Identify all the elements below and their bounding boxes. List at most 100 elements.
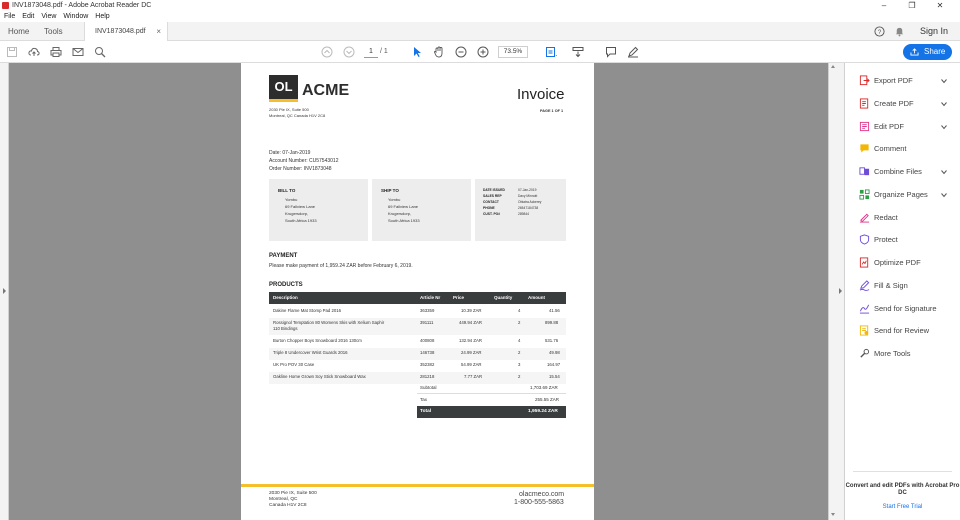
tool-send-for-signature[interactable]: Send for Signature <box>845 301 960 317</box>
edit-pdf-icon <box>859 121 870 131</box>
chevron-down-icon[interactable] <box>941 169 947 175</box>
left-panel-collapsed[interactable] <box>0 63 9 520</box>
page-number-input[interactable]: 1 <box>364 46 378 58</box>
tool-fill-sign[interactable]: Fill & Sign <box>845 278 960 294</box>
row-price: 10.39 ZAR <box>461 308 482 313</box>
subtotal-value: 1,703.69 ZAR <box>530 385 558 390</box>
menu-file[interactable]: File <box>4 13 15 20</box>
tool-optimize-pdf[interactable]: Optimize PDF <box>845 255 960 271</box>
vertical-scrollbar[interactable] <box>828 63 836 520</box>
create-pdf-icon <box>859 98 869 109</box>
tool-combine-files[interactable]: Combine Files <box>845 164 960 180</box>
zoom-level-select[interactable]: 73.5% <box>498 46 528 58</box>
chevron-down-icon[interactable] <box>941 101 947 107</box>
tool-organize-pages[interactable]: Organize Pages <box>845 187 960 203</box>
ship-to-heading: SHIP TO <box>381 188 399 193</box>
close-tab-icon[interactable]: × <box>156 22 161 41</box>
document-tab-label: INV1873048.pdf <box>95 28 146 35</box>
footer-website: olacmeco.com <box>519 491 565 498</box>
right-pane-toggle[interactable] <box>836 63 845 520</box>
select-cursor-icon[interactable] <box>410 45 424 59</box>
tool-export-pdf[interactable]: Export PDF <box>845 73 960 89</box>
menu-edit[interactable]: Edit <box>22 13 34 20</box>
payment-text: Please make payment of 1,959.24 ZAR befo… <box>269 263 413 269</box>
chevron-down-icon[interactable] <box>941 192 947 198</box>
logo-mark: OL <box>269 75 298 101</box>
scroll-up-arrow[interactable] <box>831 65 835 68</box>
row-amount: 15.54 <box>549 374 560 379</box>
previous-page-icon[interactable] <box>320 45 334 59</box>
start-free-trial-link[interactable]: Start Free Trial <box>845 504 960 510</box>
save-icon[interactable] <box>5 45 19 59</box>
row-amount: 899.88 <box>545 320 559 325</box>
tab-document[interactable]: INV1873048.pdf × <box>84 22 168 41</box>
tab-tools[interactable]: Tools <box>44 22 63 41</box>
share-button[interactable]: Share <box>903 44 952 60</box>
fit-page-icon[interactable] <box>544 45 558 59</box>
logo-accent-bar <box>269 99 298 102</box>
ship-to-line: Yombu <box>388 197 401 202</box>
print-icon[interactable] <box>49 45 63 59</box>
next-page-icon[interactable] <box>342 45 356 59</box>
table-row: Burton Chopper Boys Snowboard 2016 130cm… <box>269 336 566 348</box>
comment-tool-icon[interactable] <box>604 45 618 59</box>
menu-bar: File Edit View Window Help <box>0 11 960 22</box>
tax-label: Tax <box>420 397 428 402</box>
row-price: 449.94 ZAR <box>459 320 482 325</box>
row-qty: 2 <box>518 350 521 355</box>
tools-pane-separator <box>853 471 952 472</box>
detail-label: CONTACT <box>483 200 499 204</box>
table-row: UK Pro POV 30 Case 352382 54.99 ZAR 3 16… <box>269 360 566 372</box>
tool-create-pdf[interactable]: Create PDF <box>845 96 960 112</box>
expand-left-panel-icon[interactable] <box>3 288 6 294</box>
chevron-down-icon[interactable] <box>941 78 947 84</box>
tool-more-tools[interactable]: More Tools <box>845 346 960 362</box>
sign-in-link[interactable]: Sign In <box>920 22 948 41</box>
tool-label: Protect <box>874 235 898 245</box>
tool-label: Send for Signature <box>874 303 937 313</box>
notifications-bell-icon[interactable] <box>894 26 905 37</box>
share-icon <box>910 48 919 56</box>
row-description: Dakine Flame Mat Stomp Pad 2016 <box>273 308 342 313</box>
tool-edit-pdf[interactable]: Edit PDF <box>845 119 960 135</box>
products-heading: PRODUCTS <box>269 282 303 288</box>
zoom-out-icon[interactable] <box>454 45 468 59</box>
col-article: Article Nr <box>420 295 441 300</box>
help-icon[interactable]: ? <box>874 26 885 37</box>
cloud-upload-icon[interactable] <box>27 45 41 59</box>
tool-label: Create PDF <box>874 98 914 108</box>
title-bar: INV1873048.pdf - Adobe Acrobat Reader DC… <box>0 0 960 11</box>
acrobat-app-icon <box>2 2 9 9</box>
account-number: Account Number: CU57543012 <box>269 158 339 164</box>
email-icon[interactable] <box>71 45 85 59</box>
tool-comment[interactable]: Comment <box>845 141 960 157</box>
chevron-down-icon[interactable] <box>941 124 947 130</box>
minimize-button[interactable]: – <box>870 0 898 11</box>
footer-accent-line <box>241 484 594 487</box>
scroll-mode-icon[interactable] <box>571 45 585 59</box>
tool-label: More Tools <box>874 349 911 358</box>
table-row: Rossignol Temptation 80 Womens Skis with… <box>269 318 566 335</box>
row-qty: 3 <box>518 362 521 367</box>
search-icon[interactable] <box>93 45 107 59</box>
highlight-pen-icon[interactable] <box>626 45 640 59</box>
maximize-button[interactable]: ❐ <box>898 0 926 11</box>
menu-view[interactable]: View <box>41 13 56 20</box>
row-article: 146738 <box>420 350 435 355</box>
scroll-down-arrow[interactable] <box>831 513 835 516</box>
tab-home[interactable]: Home <box>8 22 29 41</box>
hand-tool-icon[interactable] <box>432 45 446 59</box>
window-controls: – ❐ ✕ <box>870 0 954 11</box>
close-window-button[interactable]: ✕ <box>926 0 954 11</box>
menu-help[interactable]: Help <box>95 13 109 20</box>
tool-protect[interactable]: Protect <box>845 232 960 248</box>
collapse-right-pane-icon[interactable] <box>839 288 842 294</box>
tool-send-for-review[interactable]: Send for Review <box>845 323 960 339</box>
bill-to-line: 69 Fallview Lane <box>285 204 316 209</box>
zoom-in-icon[interactable] <box>476 45 490 59</box>
tool-redact[interactable]: Redact <box>845 210 960 226</box>
subtotal-label: Subtotal <box>420 385 437 390</box>
row-qty: 4 <box>518 308 521 313</box>
row-qty: 4 <box>518 338 521 343</box>
menu-window[interactable]: Window <box>63 13 88 20</box>
